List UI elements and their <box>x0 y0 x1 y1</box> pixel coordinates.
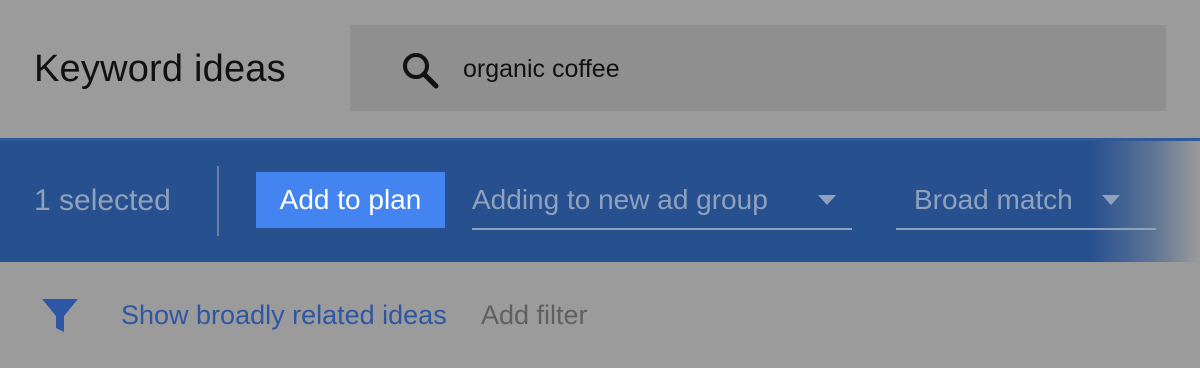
match-type-dropdown[interactable]: Broad match <box>896 172 1156 230</box>
selected-count: 1 selected <box>34 184 171 217</box>
action-bar-top-edge <box>0 138 1200 141</box>
chevron-down-icon <box>1102 195 1120 205</box>
funnel-icon[interactable] <box>40 296 80 336</box>
show-broadly-related-ideas-link[interactable]: Show broadly related ideas <box>121 298 447 332</box>
add-to-plan-button[interactable]: Add to plan <box>256 172 445 228</box>
chevron-down-icon <box>818 195 836 205</box>
ad-group-dropdown[interactable]: Adding to new ad group <box>472 172 852 230</box>
ad-group-dropdown-label: Adding to new ad group <box>472 184 768 215</box>
page-title: Keyword ideas <box>34 48 286 90</box>
search-icon[interactable] <box>398 48 442 92</box>
match-type-dropdown-label: Broad match <box>914 184 1073 215</box>
action-bar-divider <box>217 166 219 236</box>
search-query-text[interactable]: organic coffee <box>463 53 620 85</box>
add-filter-button[interactable]: Add filter <box>481 298 588 332</box>
